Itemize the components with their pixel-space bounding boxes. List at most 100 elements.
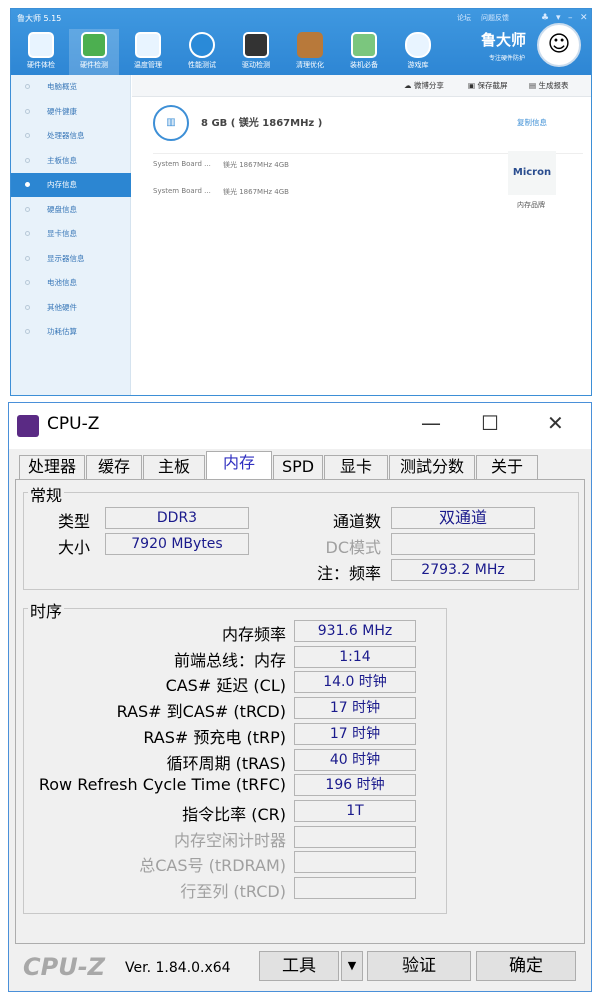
tab-about[interactable]: 关于 (476, 455, 538, 479)
copy-info-link[interactable]: 复制信息 (517, 117, 547, 128)
close-icon[interactable]: ✕ (580, 13, 588, 23)
minimize-icon[interactable]: – (568, 13, 573, 23)
ok-button[interactable]: 确定 (476, 951, 576, 981)
gear-icon (243, 32, 269, 58)
maximize-button[interactable]: ☐ (481, 411, 499, 435)
nav-essentials[interactable]: 装机必备 (339, 29, 389, 75)
weibo-share-button[interactable]: ☁ 微博分享 (404, 80, 444, 91)
timing-label: 行至列 (tRCD) (180, 882, 286, 901)
thermometer-icon (135, 32, 161, 58)
freq-field: 2793.2 MHz (391, 559, 535, 581)
sidebar-label: 电脑概览 (47, 82, 77, 91)
nav-label: 游戏库 (407, 61, 429, 69)
tab-memory[interactable]: 内存 (206, 451, 272, 480)
nav-label: 驱动检测 (242, 61, 270, 69)
sidebar-label: 显示器信息 (47, 253, 85, 263)
nav-label: 温度管理 (134, 61, 162, 69)
sidebar-item[interactable]: 硬件健康 (11, 100, 131, 124)
timing-label: RAS# 预充电 (tRP) (143, 727, 286, 747)
nav-hardware-detect[interactable]: 硬件检测 (69, 29, 119, 75)
sidebar-item[interactable]: 处理器信息 (11, 124, 131, 148)
sidebar-label: 硬件健康 (47, 106, 77, 116)
timing-value: 17 时钟 (294, 722, 416, 745)
nav-games[interactable]: 游戏库 (393, 29, 443, 75)
timing-value (294, 851, 416, 874)
nav-label: 硬件体检 (27, 61, 55, 69)
size-field: 7920 MBytes (105, 533, 249, 555)
skin-icon[interactable]: ♣ (541, 13, 549, 23)
tab-mainboard[interactable]: 主板 (143, 455, 205, 479)
module-slot: System Board ... (153, 160, 211, 168)
gauge-icon (189, 32, 215, 58)
sidebar-item[interactable]: 显卡信息 (11, 222, 131, 246)
nav-temperature[interactable]: 温度管理 (123, 29, 173, 75)
timing-label: Row Refresh Cycle Time (tRFC) (38, 775, 286, 795)
forum-link[interactable]: 论坛 (457, 13, 471, 23)
tab-cpu[interactable]: 处理器 (19, 455, 85, 479)
generate-report-button[interactable]: ▤ 生成报表 (529, 80, 568, 91)
channels-field: 双通道 (391, 507, 535, 529)
sidebar-label: 处理器信息 (47, 131, 85, 140)
timing-label: 时序 (28, 598, 65, 622)
nav-driver[interactable]: 驱动检测 (231, 29, 281, 75)
nav-hardware-checkup[interactable]: 硬件体检 (16, 29, 66, 75)
timing-value: 17 时钟 (294, 697, 416, 720)
nav-cleanup[interactable]: 清理优化 (285, 29, 335, 75)
memory-panel: 常规 类型 DDR3 大小 7920 MBytes 通道数 双通道 DC模式 注… (15, 479, 585, 944)
sidebar-label: 电池信息 (47, 278, 77, 287)
freq-label: 注：频率 (316, 564, 381, 583)
menu-icon[interactable]: ▾ (556, 13, 561, 23)
sidebar-item[interactable]: 电池信息 (11, 271, 131, 295)
broom-icon (297, 32, 323, 58)
sidebar-item[interactable]: 硬盘信息 (11, 198, 131, 222)
save-screenshot-button[interactable]: ▣ 保存截屏 (468, 80, 507, 91)
timing-value: 1T (294, 799, 416, 822)
nav-performance[interactable]: 性能测试 (177, 29, 227, 75)
avatar: ☺ (537, 23, 581, 67)
close-button[interactable]: ✕ (547, 411, 564, 435)
tab-spd[interactable]: SPD (273, 455, 323, 479)
brand-name: 鲁大师 (481, 31, 527, 49)
general-label: 常规 (28, 482, 65, 506)
sidebar-item[interactable]: 主板信息 (11, 149, 131, 173)
tab-bench[interactable]: 测試分数 (389, 455, 475, 479)
sidebar-item[interactable]: 电脑概览 (11, 75, 131, 99)
save-screenshot-label: 保存截屏 (477, 81, 508, 90)
sidebar-item[interactable]: 功耗估算 (11, 320, 131, 344)
feedback-link[interactable]: 问题反馈 (481, 13, 509, 23)
sidebar-item-memory[interactable]: 内存信息 (11, 173, 131, 197)
validate-button[interactable]: 验证 (367, 951, 471, 981)
module-desc: 镁光 1867MHz 4GB (223, 161, 289, 169)
ludashi-window: 鲁大师 5.15 论坛 问题反馈 ♣ ▾ – ✕ 硬件体检 硬件检测 温度管理 … (10, 8, 592, 396)
type-field: DDR3 (105, 507, 249, 529)
dc-mode-label: DC模式 (325, 538, 382, 557)
minimize-button[interactable]: — (421, 411, 441, 435)
sidebar-item[interactable]: 显示器信息 (11, 247, 131, 271)
title-bar: CPU-Z — ☐ ✕ (9, 403, 591, 449)
header: 鲁大师 5.15 论坛 问题反馈 ♣ ▾ – ✕ 硬件体检 硬件检测 温度管理 … (11, 9, 591, 75)
tools-dropdown-button[interactable]: ▼ (341, 951, 363, 981)
sidebar-item[interactable]: 其他硬件 (11, 296, 131, 320)
timing-label: CAS# 延迟 (CL) (165, 676, 286, 696)
channels-label: 通道数 (332, 512, 381, 531)
cpuz-window: CPU-Z — ☐ ✕ 处理器 缓存 主板 内存 SPD 显卡 测試分数 关于 … (8, 402, 592, 992)
timing-value: 40 时钟 (294, 748, 416, 771)
nav-label: 性能测试 (188, 61, 216, 69)
dc-mode-field (391, 533, 535, 555)
version: Ver. 1.84.0.x64 (125, 960, 231, 976)
module-desc: 镁光 1867MHz 4GB (223, 188, 289, 196)
toolbar: ☁ 微博分享 ▣ 保存截屏 ▤ 生成报表 (132, 75, 591, 97)
sidebar-label: 显卡信息 (47, 229, 77, 238)
brand-slogan: 专注硬件防护 (489, 55, 526, 62)
tab-cache[interactable]: 缓存 (86, 455, 142, 479)
tab-graphics[interactable]: 显卡 (324, 455, 388, 479)
timing-value: 1:14 (294, 645, 416, 668)
sidebar-label: 主板信息 (47, 155, 77, 165)
memory-icon: ▥ (153, 105, 189, 141)
sidebar-label: 内存信息 (47, 180, 77, 189)
gamepad-icon (405, 32, 431, 58)
timing-label: 指令比率 (CR) (182, 804, 286, 824)
weibo-share-label: 微博分享 (413, 81, 444, 90)
tools-button[interactable]: 工具 (259, 951, 339, 981)
timing-value: 196 时钟 (294, 774, 416, 797)
